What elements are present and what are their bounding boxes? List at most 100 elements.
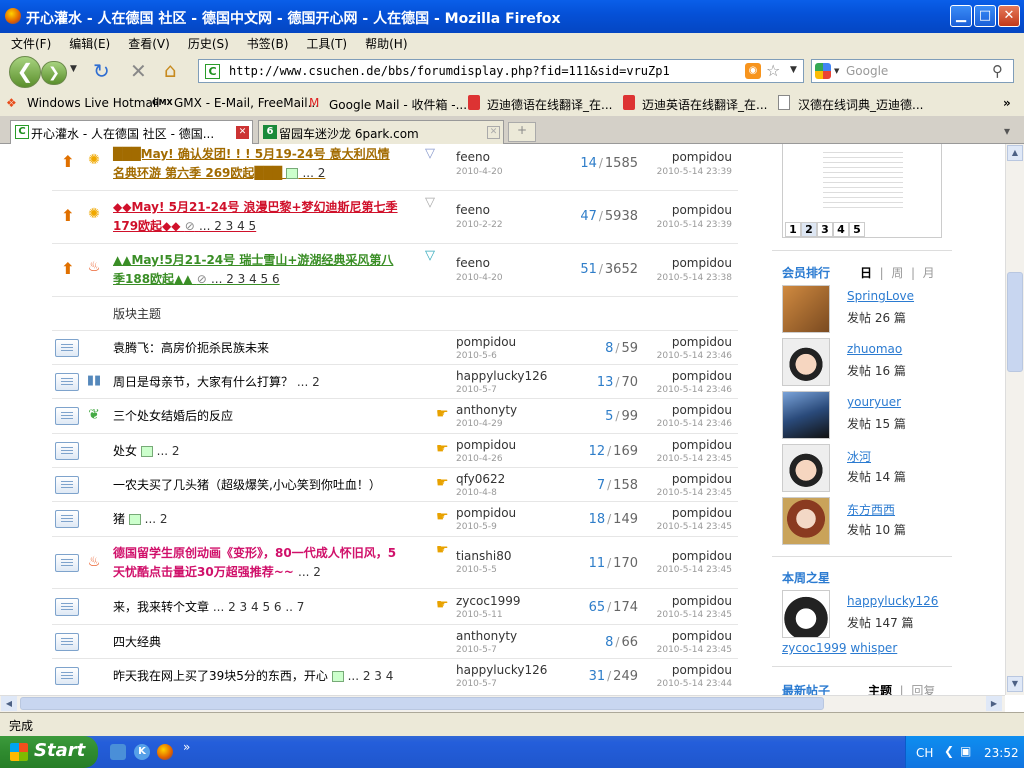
network-icon[interactable]: ▣ bbox=[960, 744, 971, 758]
thread-author[interactable]: zycoc1999 bbox=[456, 594, 520, 608]
last-post-time[interactable]: 2010-5-14 23:39 bbox=[652, 167, 732, 177]
bookmark-hotmail[interactable]: Windows Live Hotmail bbox=[27, 96, 159, 110]
page-links[interactable]: ... 2 bbox=[302, 166, 325, 180]
history-dropdown-icon[interactable]: ▼ bbox=[70, 64, 77, 74]
last-poster[interactable]: pompidou bbox=[652, 594, 732, 608]
pager-2[interactable]: 2 bbox=[801, 222, 817, 237]
last-poster[interactable]: pompidou bbox=[652, 663, 732, 677]
address-bar[interactable]: C http://www.csuchen.de/bbs/forumdisplay… bbox=[198, 59, 804, 83]
thread-author[interactable]: happylucky126 bbox=[456, 663, 547, 677]
tab-month[interactable]: 月 bbox=[923, 266, 935, 280]
page-links[interactable]: ... 2 3 4 bbox=[348, 669, 394, 683]
menu-history[interactable]: 历史(S) bbox=[177, 33, 236, 52]
last-poster[interactable]: pompidou bbox=[652, 472, 732, 486]
tray-arrow-icon[interactable]: ❮ bbox=[944, 744, 954, 758]
chevron-more-icon[interactable]: » bbox=[1003, 96, 1011, 110]
tab-week[interactable]: 周 bbox=[891, 266, 903, 280]
thread-author[interactable]: feeno bbox=[456, 256, 490, 270]
thread-title[interactable]: 一农夫买了几头猪（超级爆笑,小心笑到你吐血！） bbox=[113, 476, 381, 495]
url-text[interactable]: http://www.csuchen.de/bbs/forumdisplay.p… bbox=[229, 64, 670, 78]
scroll-thumb[interactable] bbox=[20, 697, 824, 710]
thread-title[interactable]: ▲▲May!5月21-24号 瑞士雪山+游湖经典采风第八 季188欧起▲▲ ⊘ .… bbox=[113, 251, 393, 289]
menu-edit[interactable]: 编辑(E) bbox=[58, 33, 117, 52]
last-poster[interactable]: pompidou bbox=[652, 438, 732, 452]
avatar[interactable] bbox=[782, 497, 830, 545]
quicklaunch-desktop-icon[interactable] bbox=[110, 744, 126, 760]
tab-replies[interactable]: 回复 bbox=[911, 684, 935, 695]
pager-3[interactable]: 3 bbox=[817, 222, 833, 237]
tab-list-icon[interactable]: ▾ bbox=[1004, 124, 1010, 138]
thread-author[interactable]: qfy0622 bbox=[456, 472, 505, 486]
last-post-time[interactable]: 2010-5-14 23:45 bbox=[652, 610, 732, 620]
back-icon[interactable]: ❮ bbox=[9, 56, 41, 88]
pager-4[interactable]: 4 bbox=[833, 222, 849, 237]
forward-icon[interactable]: ❯ bbox=[41, 61, 67, 85]
avatar[interactable] bbox=[782, 444, 830, 492]
last-post-time[interactable]: 2010-5-14 23:45 bbox=[652, 522, 732, 532]
search-icon[interactable]: ⚲ bbox=[992, 62, 1003, 80]
last-post-time[interactable]: 2010-5-14 23:46 bbox=[652, 419, 732, 429]
close-button[interactable]: ✕ bbox=[998, 5, 1020, 27]
thread-title[interactable]: ███May! 确认发团! ! ! 5月19-24号 意大利风情 名典环游 第六季… bbox=[113, 145, 390, 183]
minimize-button[interactable]: ▁ bbox=[950, 5, 972, 27]
language-indicator[interactable]: CH bbox=[916, 746, 933, 760]
scroll-down-icon[interactable]: ▼ bbox=[1007, 676, 1023, 692]
preview-thumbnail[interactable]: 12345 bbox=[782, 144, 942, 238]
last-post-time[interactable]: 2010-5-14 23:46 bbox=[652, 351, 732, 361]
url-dropdown-icon[interactable]: ▼ bbox=[790, 65, 797, 75]
scroll-up-icon[interactable]: ▲ bbox=[1007, 145, 1023, 161]
last-poster[interactable]: pompidou bbox=[652, 150, 732, 164]
thread-title[interactable]: 德国留学生原创动画《变形》，80一代成人怀旧风，5 天忧酷点击量近30万超强推荐~… bbox=[113, 544, 396, 582]
page-links[interactable]: ... 2 bbox=[298, 565, 321, 579]
menu-bookmarks[interactable]: 书签(B) bbox=[236, 33, 296, 52]
avatar[interactable] bbox=[782, 391, 830, 439]
last-post-time[interactable]: 2010-5-14 23:45 bbox=[652, 565, 732, 575]
last-post-time[interactable]: 2010-5-14 23:39 bbox=[652, 220, 732, 230]
scroll-left-icon[interactable]: ◀ bbox=[1, 696, 17, 711]
thread-title[interactable]: 昨天我在网上买了39块5分的东西，开心 ... 2 3 4 bbox=[113, 667, 393, 686]
quicklaunch-k-icon[interactable]: K bbox=[134, 744, 150, 760]
user-name[interactable]: happylucky126 bbox=[847, 594, 938, 608]
last-post-time[interactable]: 2010-5-14 23:38 bbox=[652, 273, 732, 283]
thread-title[interactable]: 四大经典 bbox=[113, 633, 161, 652]
bookmark-dict[interactable]: 汉德在线词典_迈迪德... bbox=[798, 96, 923, 113]
menu-help[interactable]: 帮助(H) bbox=[354, 33, 414, 52]
last-poster[interactable]: pompidou bbox=[652, 335, 732, 349]
reload-icon[interactable]: ↻ bbox=[93, 59, 110, 83]
page-links[interactable]: ... 2 bbox=[297, 375, 320, 389]
pager-5[interactable]: 5 bbox=[849, 222, 865, 237]
thread-title[interactable]: ◆◆May! 5月21-24号 浪漫巴黎+梦幻迪斯尼第七季 179欧起◆◆ ⊘ .… bbox=[113, 198, 398, 236]
vertical-scrollbar[interactable]: ▲ ▼ bbox=[1005, 144, 1024, 695]
search-box[interactable]: ▼ Google ⚲ bbox=[811, 59, 1014, 83]
page-links[interactable]: ... 2 bbox=[157, 444, 180, 458]
bookmark-star-icon[interactable]: ☆ bbox=[766, 61, 780, 80]
thread-title[interactable]: 猪 ... 2 bbox=[113, 510, 168, 529]
avatar[interactable] bbox=[782, 590, 830, 638]
google-engine-icon[interactable] bbox=[815, 63, 831, 79]
last-poster[interactable]: pompidou bbox=[652, 256, 732, 270]
user-name[interactable]: SpringLove bbox=[847, 289, 914, 303]
thread-author[interactable]: anthonyty bbox=[456, 403, 517, 417]
user-link[interactable]: whisper bbox=[850, 641, 897, 655]
thread-title[interactable]: 周日是母亲节，大家有什么打算？ ... 2 bbox=[113, 373, 320, 392]
start-button[interactable]: Start bbox=[0, 736, 98, 768]
thread-author[interactable]: pompidou bbox=[456, 506, 516, 520]
page-links[interactable]: ... 2 3 4 5 bbox=[199, 219, 256, 233]
user-name[interactable]: zhuomao bbox=[847, 342, 902, 356]
thread-author[interactable]: tianshi80 bbox=[456, 549, 511, 563]
thread-title[interactable]: 处女 ... 2 bbox=[113, 442, 180, 461]
last-post-time[interactable]: 2010-5-14 23:45 bbox=[652, 488, 732, 498]
last-poster[interactable]: pompidou bbox=[652, 203, 732, 217]
maximize-button[interactable]: □ bbox=[974, 5, 996, 27]
last-post-time[interactable]: 2010-5-14 23:46 bbox=[652, 385, 732, 395]
stop-icon[interactable]: ✕ bbox=[130, 59, 147, 83]
close-tab-icon[interactable]: ✕ bbox=[487, 126, 500, 139]
menu-view[interactable]: 查看(V) bbox=[117, 33, 177, 52]
rss-icon[interactable]: ◉ bbox=[745, 63, 761, 79]
thread-author[interactable]: pompidou bbox=[456, 438, 516, 452]
avatar[interactable] bbox=[782, 338, 830, 386]
scroll-thumb[interactable] bbox=[1007, 272, 1023, 372]
tab-6park[interactable]: 6 留园车迷沙龙 6park.com ✕ bbox=[258, 120, 504, 144]
menu-file[interactable]: 文件(F) bbox=[0, 33, 58, 52]
user-name[interactable]: 冰河 bbox=[847, 448, 871, 465]
